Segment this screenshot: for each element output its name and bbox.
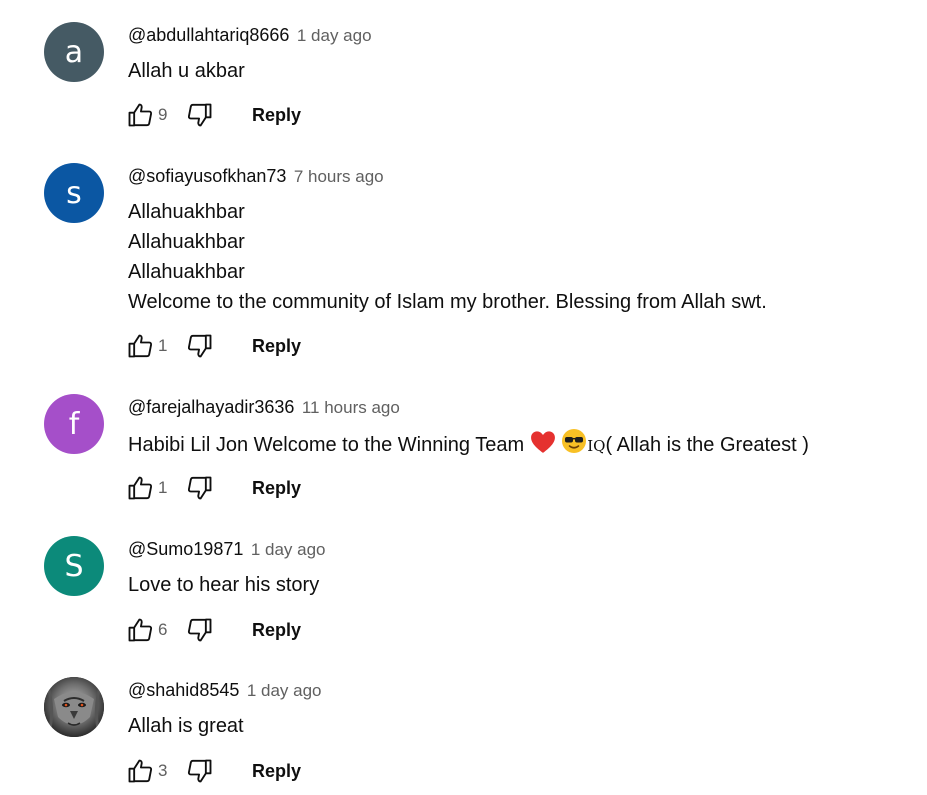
like-count: 1 — [158, 478, 168, 497]
like-button[interactable] — [124, 331, 156, 361]
comment-header: @shahid8545 1 day ago — [128, 679, 322, 703]
comment-author[interactable]: @sofiayusofkhan73 — [128, 166, 286, 186]
comment-text-line: Love to hear his story — [128, 574, 320, 596]
comment-actions: 1 Reply — [124, 331, 301, 361]
avatar[interactable]: a — [44, 22, 104, 82]
reply-button[interactable]: Reply — [252, 101, 301, 130]
like-count: 3 — [158, 761, 168, 780]
reply-button[interactable]: Reply — [252, 474, 301, 503]
comment-text: Habibi Lil Jon Welcome to the Winning Te… — [128, 428, 809, 463]
avatar[interactable]: s — [44, 163, 104, 223]
avatar-letter: s — [66, 175, 82, 211]
comment-text-line: Allah is great — [128, 715, 244, 737]
avatar-letter: a — [64, 34, 84, 70]
thumb-down-icon — [187, 103, 212, 127]
comment-author[interactable]: @abdullahtariq8666 — [128, 25, 289, 45]
comment-header: @sofiayusofkhan73 7 hours ago — [128, 165, 384, 189]
comment-author[interactable]: @Sumo19871 — [128, 539, 243, 559]
thumb-down-icon — [187, 759, 212, 783]
thumb-down-icon — [187, 476, 212, 500]
like-count: 1 — [158, 336, 168, 355]
like-count: 6 — [158, 620, 168, 639]
avatar[interactable] — [44, 677, 104, 737]
reply-button[interactable]: Reply — [252, 616, 301, 645]
comment-actions: 1 Reply — [124, 473, 301, 503]
thumb-down-icon — [187, 334, 212, 358]
dislike-button[interactable] — [184, 473, 216, 503]
comment-text-part: IQ — [587, 437, 606, 455]
like-button[interactable] — [124, 100, 156, 130]
lion-face-photo — [44, 677, 104, 737]
thumb-up-icon — [128, 759, 153, 783]
thumb-up-icon — [128, 618, 153, 642]
comment-header: @abdullahtariq8666 1 day ago — [128, 24, 372, 48]
comment-author[interactable]: @shahid8545 — [128, 680, 239, 700]
comment-timestamp[interactable]: 1 day ago — [247, 681, 322, 700]
comment-text: Allah u akbar — [128, 56, 245, 86]
like-button[interactable] — [124, 615, 156, 645]
comment-text-line: Allahuakhbar — [128, 261, 245, 283]
comment-actions: 3 Reply — [124, 756, 301, 786]
comment-text-line: Allahuakhbar — [128, 201, 245, 223]
like-button[interactable] — [124, 473, 156, 503]
avatar-letter: f — [68, 406, 80, 442]
comment-timestamp[interactable]: 11 hours ago — [302, 398, 400, 417]
heart-emoji — [530, 430, 556, 463]
comment-text: Allahuakhbar Allahuakhbar Allahuakhbar W… — [128, 197, 767, 317]
comment-header: @Sumo19871 1 day ago — [128, 538, 326, 562]
dislike-button[interactable] — [184, 331, 216, 361]
thumb-up-icon — [128, 334, 153, 358]
comment-header: @farejalhayadir3636 11 hours ago — [128, 396, 400, 420]
comment-text-line: Welcome to the community of Islam my bro… — [128, 291, 767, 313]
comment-timestamp[interactable]: 7 hours ago — [294, 167, 384, 186]
comment-text-part: ( Allah is the Greatest ) — [605, 434, 809, 456]
comment-text-line: Allahuakhbar — [128, 231, 245, 253]
avatar[interactable]: f — [44, 394, 104, 454]
comment-timestamp[interactable]: 1 day ago — [297, 26, 372, 45]
comment-text: Love to hear his story — [128, 570, 319, 600]
comment-actions: 9 Reply — [124, 100, 301, 130]
dislike-button[interactable] — [184, 100, 216, 130]
comment-text: Allah is great — [128, 711, 244, 741]
comment-text-part: Habibi Lil Jon Welcome to the Winning Te… — [128, 434, 530, 456]
reply-button[interactable]: Reply — [252, 757, 301, 786]
avatar[interactable]: S — [44, 536, 104, 596]
thumb-down-icon — [187, 618, 212, 642]
comment-text-line: Allah u akbar — [128, 60, 245, 82]
thumb-up-icon — [128, 103, 153, 127]
comment-author[interactable]: @farejalhayadir3636 — [128, 397, 294, 417]
like-count: 9 — [158, 105, 168, 124]
thumb-up-icon — [128, 476, 153, 500]
like-button[interactable] — [124, 756, 156, 786]
comment-actions: 6 Reply — [124, 615, 301, 645]
avatar-letter: S — [64, 548, 84, 584]
sunglasses-emoji — [561, 428, 587, 463]
reply-button[interactable]: Reply — [252, 332, 301, 361]
comment-timestamp[interactable]: 1 day ago — [251, 540, 326, 559]
dislike-button[interactable] — [184, 615, 216, 645]
dislike-button[interactable] — [184, 756, 216, 786]
